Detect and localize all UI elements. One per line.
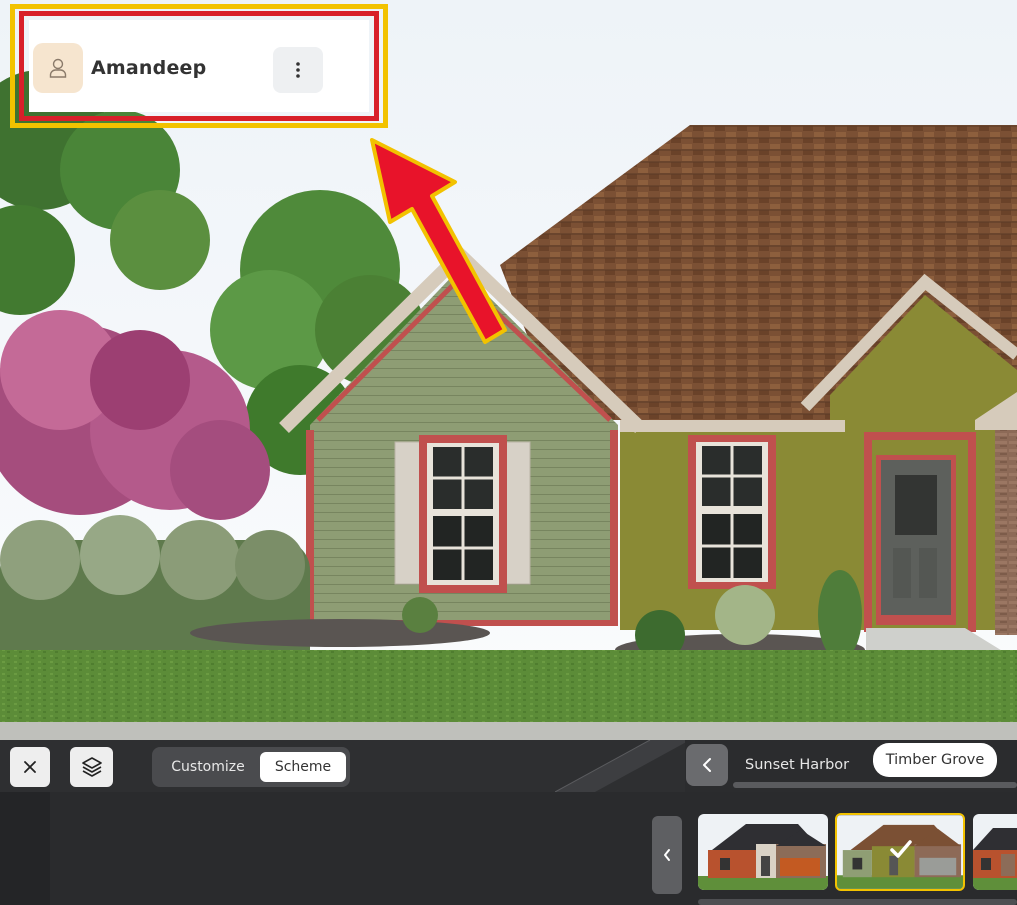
left-window xyxy=(394,435,531,593)
layers-button[interactable] xyxy=(70,747,113,787)
toolbar-slash-decoration xyxy=(555,740,690,792)
kebab-menu-icon xyxy=(296,62,300,78)
front-door xyxy=(864,432,976,632)
thumbnail-panel xyxy=(0,792,1017,905)
scheme-timber-grove[interactable]: Timber Grove xyxy=(873,743,997,777)
scheme-prev-button[interactable] xyxy=(686,744,728,786)
brick-column xyxy=(995,420,1017,635)
thumbnails-scrollbar[interactable] xyxy=(698,899,1017,905)
thumbnails-prev-button[interactable] xyxy=(652,816,682,894)
chevron-left-icon xyxy=(703,758,711,772)
left-wall-trim-right xyxy=(610,430,618,625)
mulch-bed-left xyxy=(190,619,490,647)
house-thumbnail-image xyxy=(973,814,1017,890)
scheme-bar: Sunset Harbor Timber Grove xyxy=(685,740,1017,792)
scheme-thumbnail[interactable] xyxy=(973,814,1017,890)
chevron-left-icon xyxy=(664,849,670,861)
mode-customize[interactable]: Customize xyxy=(158,752,258,782)
user-menu-button[interactable] xyxy=(273,47,323,93)
soffit xyxy=(620,420,845,432)
mode-scheme[interactable]: Scheme xyxy=(260,752,346,782)
avatar[interactable] xyxy=(33,43,83,93)
lawn xyxy=(0,650,1017,725)
middle-window xyxy=(688,435,776,589)
user-name: Amandeep xyxy=(91,57,207,79)
user-icon xyxy=(49,58,67,78)
mode-toggle: Customize Scheme xyxy=(152,747,350,787)
scheme-sunset-harbor[interactable]: Sunset Harbor xyxy=(745,750,849,780)
user-card-highlight-inner: Amandeep xyxy=(19,11,379,121)
close-button[interactable] xyxy=(10,747,50,787)
user-card-highlight: Amandeep xyxy=(10,4,388,128)
close-icon xyxy=(24,761,36,773)
layers-icon xyxy=(81,757,102,777)
scheme-scrollbar[interactable] xyxy=(733,782,1017,788)
toolbar: Customize Scheme Sunset Harbor Timber Gr… xyxy=(0,740,1017,792)
house-thumbnail-image xyxy=(698,814,828,890)
checkmark-icon xyxy=(890,840,912,858)
curb xyxy=(0,722,1017,740)
scheme-thumbnail-selected[interactable] xyxy=(835,813,965,891)
user-card[interactable]: Amandeep xyxy=(29,20,369,112)
scheme-thumbnail[interactable] xyxy=(698,814,828,890)
thumbnail-panel-shadow xyxy=(0,792,50,905)
